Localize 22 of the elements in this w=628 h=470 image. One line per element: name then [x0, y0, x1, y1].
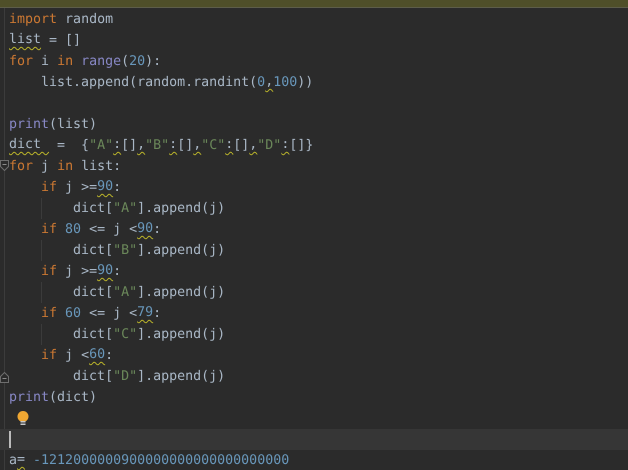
code-line: dict["A"].append(j): [72, 200, 226, 218]
code-line: print(dict): [9, 389, 98, 407]
code-line: if 60 <= j <79:: [40, 304, 162, 323]
code-line: if 80 <= j <90:: [40, 220, 162, 239]
code-line: for j in list:: [9, 158, 122, 176]
code-line: dict = {"A":[],"B":[],"C":[],"D":[]}: [9, 136, 314, 155]
code-line: for i in range(20):: [9, 53, 162, 71]
code-line: list = []: [9, 31, 82, 50]
code-line: if j >=90:: [40, 262, 122, 281]
code-line: list.append(random.randint(0,100)): [40, 73, 314, 92]
code-line: dict["B"].append(j): [72, 242, 226, 260]
code-line: a= -1212000000900000000000000000000: [9, 451, 290, 470]
code-line: if j <60:: [40, 346, 114, 365]
code-line: print(list): [9, 116, 98, 134]
code-line: dict["C"].append(j): [72, 326, 226, 344]
code-line: if j >=90:: [40, 178, 122, 197]
code-line: import random: [9, 11, 114, 29]
fold-marker-icon[interactable]: [0, 160, 9, 171]
fold-marker-icon[interactable]: [0, 372, 9, 383]
code-line: dict["D"].append(j): [72, 368, 226, 386]
lightbulb-icon[interactable]: [17, 411, 29, 426]
code-line: dict["A"].append(j): [72, 284, 226, 302]
